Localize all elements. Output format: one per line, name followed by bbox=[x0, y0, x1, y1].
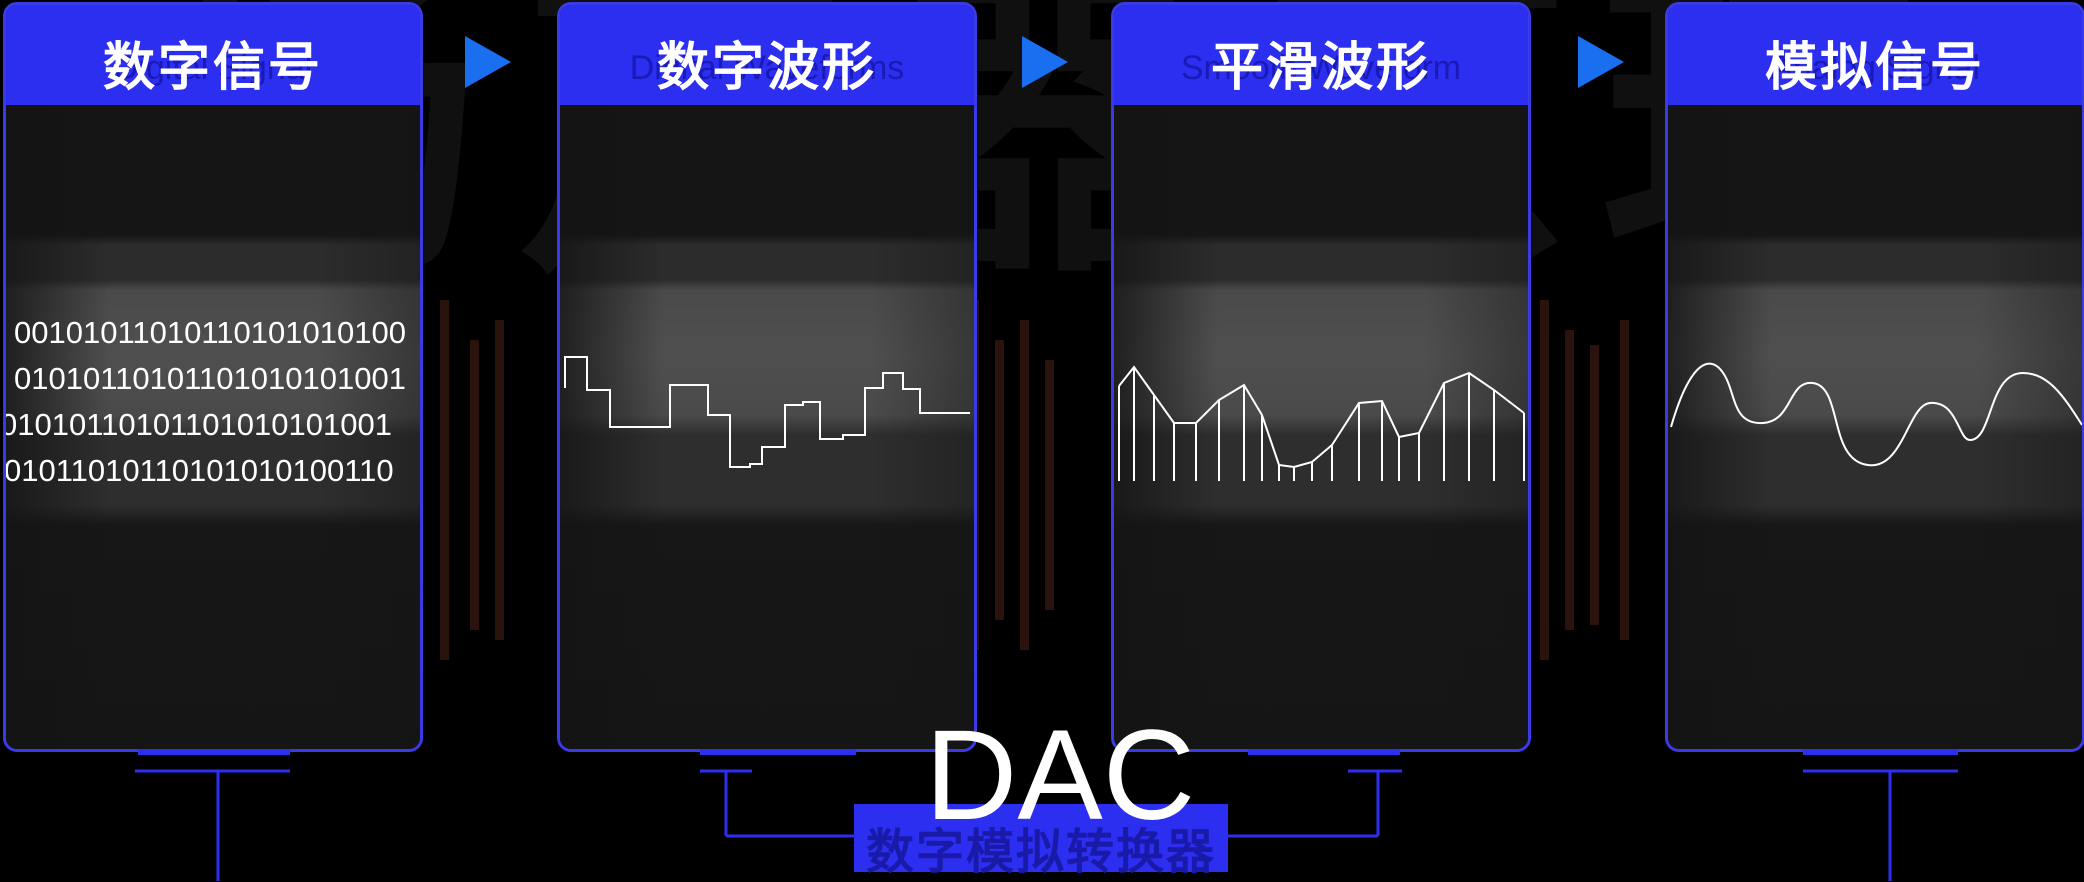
panel-digital-waveforms: Digital Waveforms 数字波形 bbox=[557, 2, 977, 752]
panel-body bbox=[1114, 105, 1528, 749]
step-waveform-line bbox=[564, 356, 970, 468]
binary-line: 01010110101101010101001 bbox=[14, 361, 406, 396]
sampled-waveform-envelope bbox=[1118, 365, 1525, 469]
binary-stream: 00101011010110101010100 0101011010110101… bbox=[6, 310, 420, 494]
panel-body bbox=[560, 105, 974, 749]
step-waveform bbox=[564, 356, 970, 468]
analog-waveform bbox=[1670, 362, 2082, 467]
panel-body bbox=[1668, 105, 2082, 749]
panel-analog-signal: Analog Signal 模拟信号 bbox=[1665, 2, 2084, 752]
sampled-waveform bbox=[1118, 365, 1525, 481]
binary-line: 00101011010110101010100 bbox=[14, 315, 406, 350]
analog-waveform-line bbox=[1670, 362, 2082, 467]
binary-line: 01010110101101010101001 bbox=[6, 407, 392, 442]
dac-title: DAC bbox=[924, 704, 1196, 847]
binary-line: 01011010110101010100110 bbox=[6, 453, 394, 488]
panel-smooth-waveform: Smooth Waveform 平滑波形 bbox=[1111, 2, 1531, 752]
